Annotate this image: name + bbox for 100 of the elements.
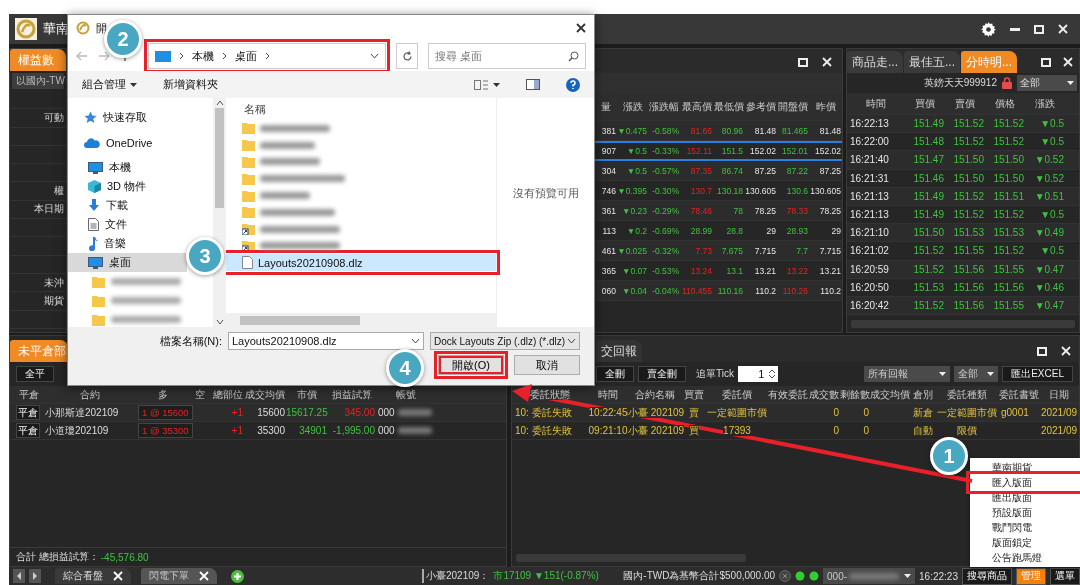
maximize-icon[interactable] bbox=[798, 57, 808, 67]
table-cell-text: 345.00 bbox=[343, 407, 376, 418]
blurred-text bbox=[260, 158, 320, 166]
breadcrumb[interactable]: 本機 bbox=[192, 48, 214, 64]
nav-item[interactable]: OneDrive bbox=[68, 133, 187, 152]
chevron-icon[interactable] bbox=[567, 338, 576, 344]
table-cell-text: 81.48 bbox=[818, 125, 842, 136]
table-cell-text: -0.30% bbox=[651, 185, 680, 196]
action-button[interactable]: 全平 bbox=[16, 366, 54, 382]
connection-dot-icon bbox=[795, 571, 806, 581]
blurred-text bbox=[111, 316, 181, 323]
table-cell-text: 13.24 bbox=[689, 265, 713, 276]
table-cell-text: ▼0.49 bbox=[1033, 227, 1065, 239]
file-type-dropdown[interactable]: Dock Layouts Zip (.dlz) (*.dlz) bbox=[430, 332, 580, 350]
table-cell-text: 151.47 bbox=[912, 154, 945, 166]
menu-item[interactable]: 預設版面 bbox=[970, 505, 1080, 520]
toolbar-button[interactable]: 搜尋商品 bbox=[962, 567, 1012, 585]
table-cell-text: 110.16 bbox=[716, 285, 744, 296]
menu-item[interactable]: 公告跑馬燈 bbox=[970, 550, 1080, 565]
export-button[interactable]: 匯出EXCEL bbox=[1002, 366, 1073, 382]
maximize-icon[interactable] bbox=[1034, 24, 1044, 34]
table-cell-text: 34901 bbox=[298, 425, 328, 436]
chevron-icon[interactable] bbox=[411, 338, 420, 344]
app-title: 華南 bbox=[43, 20, 69, 38]
currency-dropdown[interactable]: 以國內-TWI bbox=[12, 73, 64, 89]
table-cell-text: 151.52 bbox=[992, 245, 1025, 257]
table-cell-text: 7.7 bbox=[795, 245, 809, 256]
page-tab[interactable]: 閃電下單 bbox=[141, 568, 217, 584]
column-header[interactable]: 名稱 bbox=[226, 98, 496, 120]
scroll-up-icon[interactable] bbox=[215, 100, 224, 106]
lock-icon[interactable] bbox=[1002, 77, 1012, 89]
table-cell: 110.455 bbox=[680, 285, 713, 296]
search-field[interactable]: 搜尋 桌面 bbox=[428, 43, 586, 69]
next-icon[interactable] bbox=[29, 569, 41, 583]
column-header: 委託種類 bbox=[947, 388, 987, 400]
star-icon bbox=[84, 111, 97, 124]
chevron-icon[interactable] bbox=[370, 53, 379, 59]
close-icon[interactable] bbox=[576, 23, 586, 33]
nav-item[interactable]: 快速存取 bbox=[68, 108, 187, 127]
settings-icon[interactable] bbox=[981, 21, 996, 37]
table-cell-text: 151.49 bbox=[912, 190, 945, 202]
table-cell-text: 87.25 bbox=[753, 165, 777, 176]
view-icon[interactable] bbox=[474, 79, 500, 90]
table-cell-text: 152.11 bbox=[685, 146, 713, 156]
delete-all-button[interactable]: 賣全刪 bbox=[638, 366, 686, 382]
tick-spinner[interactable]: 1 bbox=[737, 366, 778, 382]
table-cell-text: 16:20:50 bbox=[849, 281, 890, 293]
table-cell-text: -1,995.00 bbox=[331, 425, 376, 436]
table-cell-text: 86.74 bbox=[720, 165, 744, 176]
table-cell-text: 151.55 bbox=[992, 299, 1025, 311]
nav-item[interactable]: 音樂 bbox=[68, 234, 187, 253]
caret-icon bbox=[987, 372, 995, 376]
order-button[interactable]: 1 @ 15600 bbox=[138, 405, 193, 420]
page-tab[interactable]: 綜合看盤 bbox=[55, 568, 131, 584]
close-position-button[interactable]: 平倉 bbox=[16, 405, 40, 420]
table-cell-text: ▼0.5 bbox=[625, 146, 648, 156]
account-dropdown[interactable]: 000- bbox=[823, 568, 916, 584]
filter-dropdown[interactable]: 全部 bbox=[1017, 75, 1077, 91]
column-header: 損益試算 bbox=[331, 387, 373, 402]
nav-item[interactable]: 文件 bbox=[68, 215, 187, 234]
menu-item[interactable]: 版面鎖定 bbox=[970, 535, 1080, 550]
nav-item[interactable]: 桌面 bbox=[68, 253, 187, 272]
table-cell-text: 151.52 bbox=[992, 136, 1025, 148]
table-cell-text: +1 bbox=[230, 407, 244, 418]
delete-all-button[interactable]: 全刪 bbox=[596, 366, 634, 382]
help-icon[interactable] bbox=[566, 77, 580, 92]
minimize-icon[interactable] bbox=[1010, 27, 1020, 31]
connection-dot-icon bbox=[809, 571, 820, 581]
table-cell-text: 130.7 bbox=[689, 185, 713, 196]
panel-tab[interactable]: 商品走... bbox=[847, 51, 903, 73]
column-header: 空 bbox=[194, 387, 206, 402]
maximize-icon[interactable] bbox=[1041, 57, 1051, 67]
close-position-button[interactable]: 平倉 bbox=[16, 423, 40, 438]
scroll-down-icon[interactable] bbox=[215, 319, 224, 325]
nav-item[interactable]: 本機 bbox=[68, 158, 187, 177]
order-button[interactable]: 1 @ 35300 bbox=[138, 423, 193, 438]
table-cell-text: 113 bbox=[601, 225, 617, 236]
toolbar-button[interactable]: 選單 bbox=[1050, 567, 1080, 585]
maximize-icon[interactable] bbox=[1037, 346, 1047, 356]
table-cell-text: 151.53 bbox=[912, 281, 945, 293]
menu-item[interactable]: 戰鬥閃電 bbox=[970, 520, 1080, 535]
table-cell-text: 746 bbox=[600, 185, 617, 196]
report-dropdown[interactable]: 所有回報 bbox=[864, 366, 951, 382]
panel-tab[interactable]: 交回報 bbox=[596, 340, 642, 362]
column-header: 委託書號 bbox=[999, 388, 1039, 400]
organize-menu[interactable]: 組合管理 bbox=[82, 77, 137, 92]
nav-item[interactable]: 3D 物件 bbox=[68, 177, 187, 196]
filename-field[interactable]: Layouts20210908.dlz bbox=[228, 332, 424, 350]
refresh-button[interactable] bbox=[396, 43, 418, 69]
new-folder-button[interactable]: 新增資料夾 bbox=[163, 77, 218, 92]
blurred-text bbox=[260, 124, 330, 132]
breadcrumb[interactable]: 桌面 bbox=[235, 48, 257, 64]
previous-icon[interactable] bbox=[13, 569, 25, 583]
pane-icon[interactable] bbox=[526, 79, 540, 90]
column-header: 委託價 bbox=[722, 388, 752, 400]
add-icon[interactable] bbox=[231, 569, 244, 583]
side-dropdown[interactable]: 全部 bbox=[954, 366, 999, 382]
panel-tab[interactable]: 最佳五... bbox=[904, 51, 961, 73]
nav-item[interactable]: 下載 bbox=[68, 196, 187, 215]
dialog-button[interactable]: 取消 bbox=[514, 355, 580, 375]
